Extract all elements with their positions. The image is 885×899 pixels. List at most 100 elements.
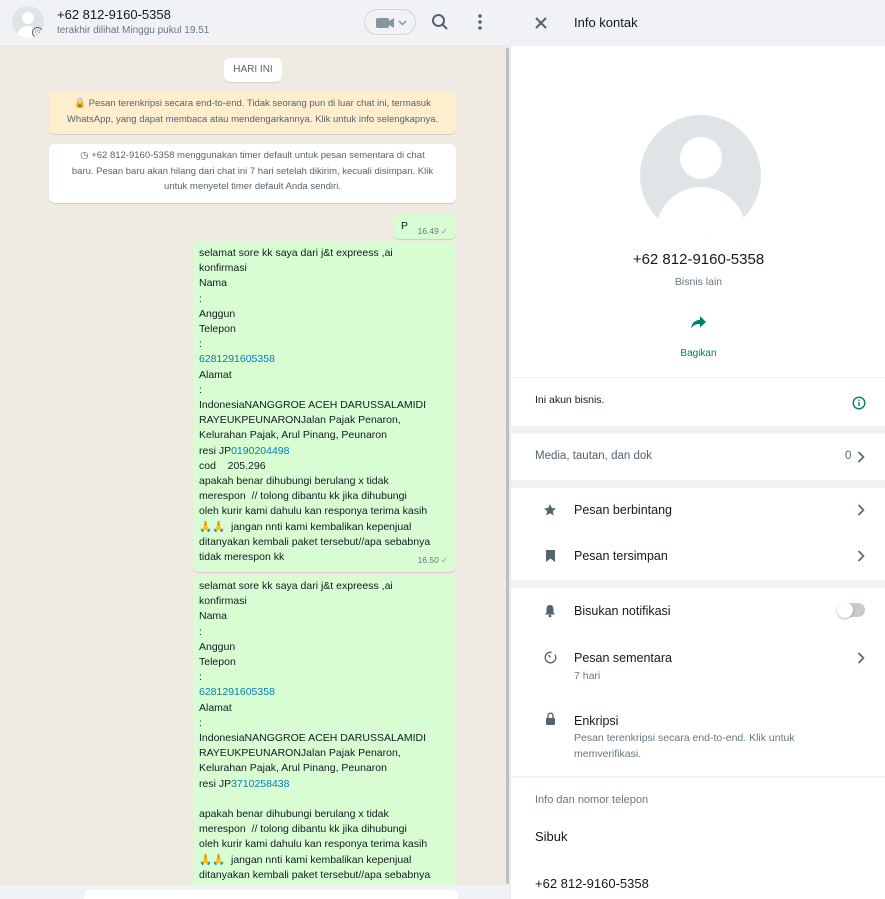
message-line: apakah benar dihubungi berulang x tidak — [199, 475, 389, 488]
contact-avatar[interactable]: ◷ — [12, 6, 44, 38]
media-label: Media, tautan, dan dok — [535, 450, 652, 462]
profile-name: +62 812-9160-5358 — [632, 251, 765, 268]
message-line: RAYEUKPEUNARONJalan Pajak Penaron, — [199, 747, 401, 760]
video-call-button[interactable] — [364, 9, 416, 35]
tracking-number-link[interactable]: 0190204498 — [231, 445, 289, 457]
chat-scrollbar-thumb[interactable] — [506, 48, 509, 884]
message-line: Telepon — [199, 323, 236, 336]
star-icon — [544, 504, 556, 516]
encryption-notice-line: Pesan terenkripsi secara end-to-end. Tid… — [88, 98, 431, 109]
message-meta: 16.49 ✓ — [418, 224, 448, 239]
timer-notice-line: baru. Pesan baru akan hilang dari chat i… — [71, 165, 434, 177]
share-button[interactable]: Bagikan — [511, 348, 885, 359]
message-line: Nama — [199, 277, 228, 290]
message-line: 🙏🙏 jangan nnti kami kembalikan kepenjual — [199, 853, 412, 866]
chat-pane: ◷ +62 812-9160-5358 terakhir dilihat Min… — [0, 0, 510, 899]
chevron-right-icon — [857, 451, 865, 463]
starred-messages-row[interactable]: Pesan berbintang — [574, 503, 672, 517]
disappearing-messages-value: 7 hari — [574, 670, 601, 682]
media-count: 0 — [845, 450, 852, 462]
check-icon: ✓ — [440, 226, 448, 236]
close-info-button[interactable] — [529, 11, 553, 35]
check-icon: ✓ — [440, 554, 448, 565]
message-line — [199, 792, 450, 807]
message-bubble[interactable]: selamat sore kk saya dari j&t expreess ,… — [193, 242, 456, 572]
message-line: resi JP3710258438 — [199, 777, 290, 790]
message-text: P — [401, 220, 409, 232]
message-line: Nama — [199, 610, 228, 623]
message-line: RAYEUKPEUNARONJalan Pajak Penaron, — [199, 414, 401, 427]
timer-notice[interactable]: ◷ +62 812-9160-5358 menggunakan timer de… — [49, 144, 456, 203]
chat-contact-name[interactable]: +62 812-9160-5358 — [57, 7, 171, 22]
message-line: : — [199, 383, 202, 396]
message-line: cod 205.296 — [199, 459, 266, 472]
mute-toggle[interactable] — [837, 602, 865, 618]
message-line: ditanyakan kembali paket tersebut//apa s… — [199, 868, 431, 881]
message-line: : — [199, 292, 202, 305]
timer-badge-icon: ◷ — [32, 27, 43, 38]
profile-avatar[interactable] — [640, 115, 761, 236]
encryption-notice-line: WhatsApp, yang dapat membaca atau menden… — [66, 113, 439, 125]
chevron-right-icon — [857, 652, 865, 664]
disappearing-messages-row[interactable]: Pesan sementara — [574, 651, 672, 665]
video-camera-icon — [376, 18, 407, 28]
message-line: resi JP0190204498 — [199, 444, 290, 457]
chat-menu-button[interactable] — [468, 10, 492, 34]
phone-link[interactable]: 6281291605358 — [199, 685, 450, 700]
search-chat-button[interactable] — [428, 10, 452, 34]
bookmark-icon — [546, 550, 555, 562]
lock-icon — [546, 712, 555, 725]
timer-notice-line: +62 812-9160-5358 menggunakan timer defa… — [91, 150, 425, 161]
message-line: selamat sore kk saya dari j&t expreess ,… — [199, 247, 393, 259]
encryption-description: memverifikasi. — [574, 748, 642, 760]
saved-messages-row[interactable]: Pesan tersimpan — [574, 549, 668, 563]
phone-number[interactable]: +62 812-9160-5358 — [535, 876, 649, 891]
info-icon[interactable] — [852, 396, 866, 410]
contact-info-pane: Info kontak +62 812-9160-5358 Bisnis lai… — [510, 0, 885, 899]
message-line: Kelurahan Pajak, Arul Pinang, Peunaron — [199, 762, 387, 775]
phone-link[interactable]: 6281291605358 — [199, 352, 450, 367]
search-icon — [432, 14, 448, 30]
timer-icon: ◷ — [80, 150, 89, 161]
timer-icon — [544, 651, 557, 664]
message-line: ditanyakan kembali paket tersebut//apa s… — [199, 535, 431, 548]
mute-notifications-label: Bisukan notifikasi — [574, 604, 671, 618]
message-line: Telepon — [199, 656, 236, 669]
message-line: IndonesiaNANGGROE ACEH DARUSSALAMIDI — [199, 399, 426, 412]
message-input[interactable] — [84, 890, 458, 899]
message-line: konfirmasi — [199, 262, 247, 275]
contact-info-header: Info kontak — [511, 0, 885, 45]
message-line: merespon // tolong dibantu kk jika dihub… — [199, 823, 407, 836]
chat-header[interactable]: ◷ +62 812-9160-5358 terakhir dilihat Min… — [0, 0, 510, 45]
message-line: tidak merespon kk — [199, 551, 285, 564]
message-line: konfirmasi — [199, 595, 247, 608]
message-line: selamat sore kk saya dari j&t expreess ,… — [199, 580, 393, 592]
message-line: Alamat — [199, 368, 232, 381]
bell-icon — [545, 605, 555, 618]
encryption-description: Pesan terenkripsi secara end-to-end. Kli… — [574, 732, 795, 744]
message-line: oleh kurir kami dahulu kan responya teri… — [199, 505, 428, 518]
messages-card — [511, 488, 885, 580]
about-text: Sibuk — [535, 829, 568, 844]
lock-icon: 🔒 — [74, 98, 86, 109]
timer-notice-line: untuk menyetel timer default Anda sendir… — [164, 181, 341, 192]
chevron-right-icon — [857, 504, 865, 516]
message-line: IndonesiaNANGGROE ACEH DARUSSALAMIDI — [199, 732, 426, 745]
day-chip: HARI INI — [224, 58, 282, 82]
message-bubble[interactable]: P 16.49 ✓ — [394, 214, 456, 239]
message-line: oleh kurir kami dahulu kan responya teri… — [199, 838, 428, 851]
message-line: 🙏🙏 jangan nnti kami kembalikan kepenjual — [199, 520, 412, 533]
settings-card — [511, 588, 885, 776]
message-line: merespon // tolong dibantu kk jika dihub… — [199, 490, 407, 503]
encryption-notice[interactable]: 🔒 Pesan terenkripsi secara end-to-end. T… — [49, 92, 456, 134]
message-bubble[interactable]: selamat sore kk saya dari j&t expreess ,… — [193, 575, 456, 895]
message-line: Anggun — [199, 640, 236, 653]
about-header: Info dan nomor telepon — [535, 794, 649, 806]
share-icon[interactable] — [690, 314, 708, 330]
message-line: Alamat — [199, 701, 232, 714]
close-icon — [535, 17, 547, 29]
tracking-number-link[interactable]: 3710258438 — [231, 778, 289, 790]
chevron-right-icon — [857, 550, 865, 562]
encryption-row[interactable]: Enkripsi — [574, 714, 618, 728]
contact-info-title: Info kontak — [574, 15, 638, 30]
